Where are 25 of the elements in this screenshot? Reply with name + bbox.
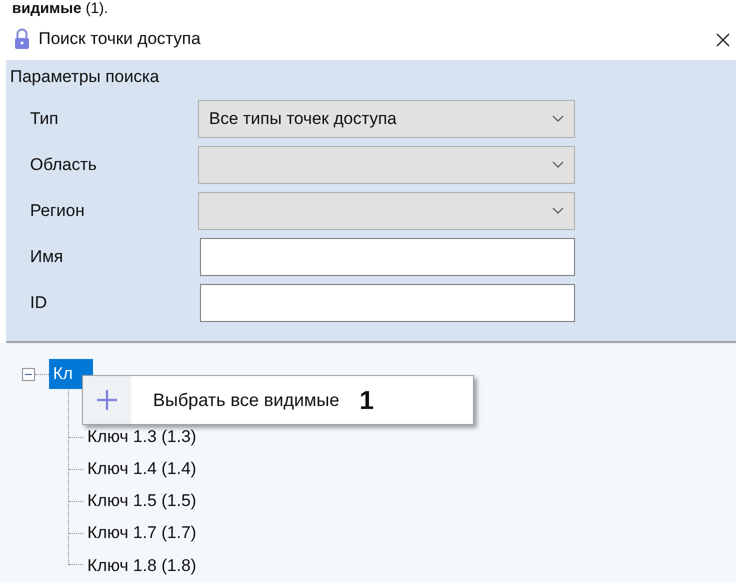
field-label: Область (29, 154, 98, 176)
field-label: Имя (29, 246, 64, 268)
tree-node[interactable]: Ключ 1.3 (1.3) (87, 422, 196, 452)
chevron-down-icon (552, 207, 564, 214)
caption-text: видимые (1). (11, 0, 110, 18)
window-title: Поиск точки доступа (38, 28, 201, 50)
field-label: Регион (29, 200, 86, 222)
field-label: Тип (29, 108, 60, 130)
menu-item[interactable]: Выбрать все видимые (153, 386, 340, 414)
chevron-down-icon (552, 115, 564, 122)
input-field[interactable] (200, 284, 575, 322)
plus-icon (96, 389, 118, 411)
collapse-icon[interactable] (22, 368, 35, 380)
dropdown[interactable]: Все типы точек доступа (198, 100, 575, 138)
close-icon[interactable] (716, 32, 730, 47)
field-label: ID (29, 292, 48, 314)
panel-title: Параметры поиска (10, 66, 160, 88)
callout-number: 1 (359, 384, 374, 416)
tree-node[interactable]: Ключ 1.7 (1.7) (87, 518, 196, 548)
tree-node[interactable]: Ключ 1.8 (1.8) (87, 551, 196, 581)
tree-node[interactable]: Ключ 1.5 (1.5) (87, 486, 196, 516)
input-field[interactable] (200, 238, 575, 276)
chevron-down-icon (552, 161, 564, 168)
tree-node[interactable]: Ключ 1.4 (1.4) (87, 454, 196, 484)
padlock-icon (14, 28, 30, 50)
